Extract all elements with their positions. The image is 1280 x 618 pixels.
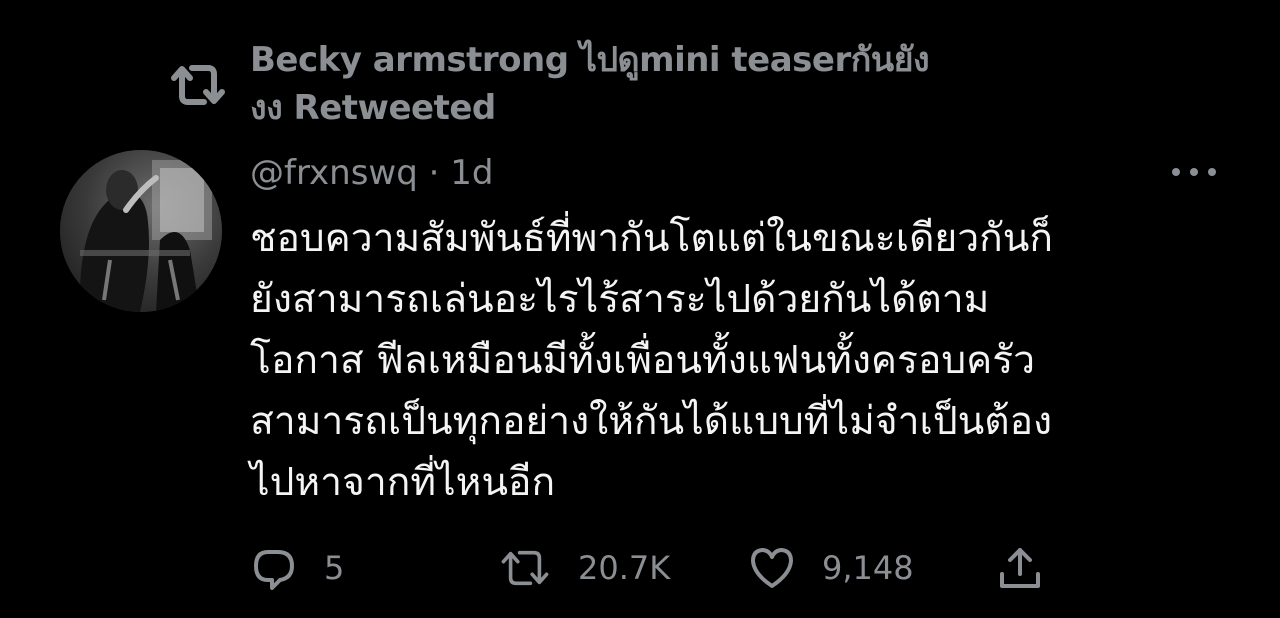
tweet-line: ยังสามารถเล่นอะไรไร้สาระไปด้วยกันได้ตาม bbox=[250, 277, 990, 322]
heart-icon bbox=[751, 548, 793, 588]
retweet-label: Becky armstrong ไปดูmini teaserกันยัง งง… bbox=[250, 36, 1010, 132]
retweet-button[interactable]: 20.7K bbox=[498, 538, 670, 598]
meta-separator: · bbox=[428, 153, 440, 193]
reply-icon bbox=[254, 550, 294, 590]
tweet-body: ชอบความสัมพันธ์ที่พากันโตแต่ในขณะเดียวกั… bbox=[250, 208, 1210, 513]
reply-button[interactable]: 5 bbox=[250, 538, 344, 598]
tweet-actions: 5 20.7K 9,148 bbox=[0, 538, 1280, 598]
retweet-icon bbox=[171, 65, 225, 105]
retweet-label-line-2: งง Retweeted bbox=[250, 88, 496, 128]
avatar-image bbox=[60, 150, 222, 312]
tweet-line: ชอบความสัมพันธ์ที่พากันโตแต่ในขณะเดียวกั… bbox=[250, 216, 1054, 261]
tweet-line: สามารถเป็นทุกอย่างให้กันได้แบบที่ไม่จำเป… bbox=[250, 399, 1053, 444]
like-count: 9,148 bbox=[822, 549, 914, 587]
share-icon bbox=[1000, 548, 1040, 588]
reply-count: 5 bbox=[324, 549, 345, 587]
tweet-line: ไปหาจากที่ไหนอีก bbox=[250, 460, 556, 505]
retweet-label-line-1: Becky armstrong ไปดูmini teaserกันยัง bbox=[250, 40, 930, 80]
retweet-count: 20.7K bbox=[578, 549, 671, 587]
avatar[interactable] bbox=[60, 150, 222, 312]
more-icon[interactable] bbox=[1168, 160, 1220, 184]
tweet-line: โอกาส ฟีลเหมือนมีทั้งเพื่อนทั้งแฟนทั้งคร… bbox=[250, 338, 1036, 383]
tweet-meta: @frxnswq · 1d bbox=[250, 150, 493, 200]
share-button[interactable] bbox=[996, 538, 1044, 598]
author-handle[interactable]: @frxnswq bbox=[250, 153, 418, 193]
retweet-icon bbox=[501, 550, 549, 586]
tweet-timestamp[interactable]: 1d bbox=[450, 153, 493, 193]
retweet-context[interactable]: Becky armstrong ไปดูmini teaserกันยัง งง… bbox=[160, 30, 1060, 140]
like-button[interactable]: 9,148 bbox=[748, 538, 914, 598]
